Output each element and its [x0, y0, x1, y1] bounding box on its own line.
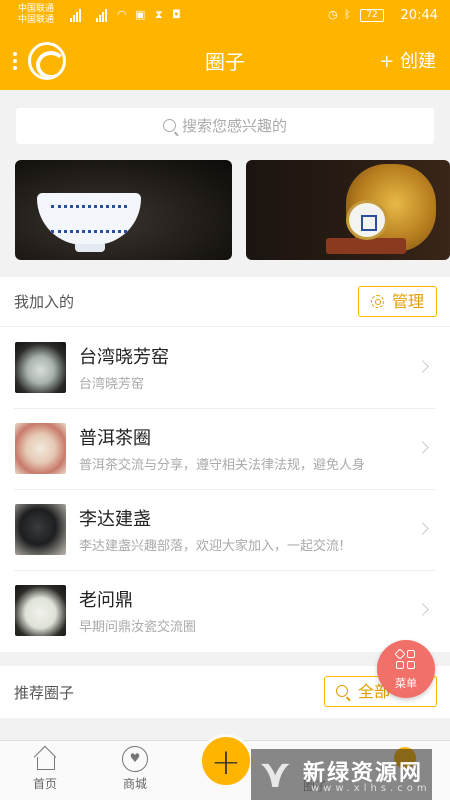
recommend-section-title: 推荐圈子 [14, 684, 75, 702]
notification-icon: ▣ [135, 8, 146, 21]
cup-base-image [346, 200, 388, 240]
search-area: 搜索您感兴趣的 [0, 90, 450, 160]
circle-description: 李达建盏兴趣部落，欢迎大家加入，一起交流! [79, 539, 345, 554]
circle-name: 李达建盏 [79, 509, 151, 530]
circle-description: 早期问鼎汝瓷交流圈 [79, 620, 197, 635]
tab-home[interactable]: 首页 [10, 747, 80, 792]
grid-icon [394, 648, 416, 670]
search-icon [336, 685, 348, 697]
publish-plus-button[interactable]: + [199, 734, 253, 788]
alarm-icon: ◷ [328, 8, 338, 21]
app-header: 圈子 + 创建 [0, 32, 450, 90]
circle-thumbnail [15, 342, 66, 393]
chevron-right-icon [416, 603, 429, 616]
home-icon [33, 747, 57, 771]
status-bar: 中国联通 中国联通 ◠ ▣ ⧗ ◘ ◷ ᛒ 72 20:44 [0, 0, 450, 32]
wifi-icon: ◠ [117, 8, 127, 21]
tab-shop-label: 商城 [122, 777, 147, 791]
search-input[interactable]: 搜索您感兴趣的 [16, 108, 434, 144]
circle-description: 普洱茶交流与分享，遵守相关法律法规，避免人身 [79, 458, 366, 473]
signal-1-icon [70, 8, 81, 22]
shield-icon: ◘ [172, 8, 181, 21]
watermark-url: www.xlhs.com [311, 783, 431, 794]
circle-name: 普洱茶圈 [79, 428, 151, 449]
manage-label: 管理 [392, 292, 425, 311]
chevron-right-icon [416, 360, 429, 373]
menu-label: 菜单 [395, 677, 417, 690]
banner-gold-cup[interactable] [246, 160, 450, 260]
chevron-right-icon [416, 441, 429, 454]
circle-thumbnail [15, 504, 66, 555]
circle-name: 台湾晓芳窑 [79, 347, 169, 368]
clock: 20:44 [400, 8, 438, 23]
list-item[interactable]: 台湾晓芳窑 台湾晓芳窑 [0, 327, 450, 408]
tab-home-label: 首页 [32, 777, 57, 791]
carrier-1: 中国联通 [18, 4, 55, 14]
watermark: ⋎ 新绿资源网 www.xlhs.com [251, 749, 432, 800]
circle-thumbnail [15, 585, 66, 636]
signal-2-icon [96, 8, 107, 22]
list-item[interactable]: 普洱茶圈 普洱茶交流与分享，遵守相关法律法规，避免人身 [0, 408, 450, 489]
heart-bag-icon: ♥ [122, 746, 148, 772]
tab-shop[interactable]: ♥ 商城 [100, 746, 170, 792]
battery-icon: 72 [360, 9, 384, 22]
chevron-right-icon [416, 522, 429, 535]
banner-porcelain-bowl[interactable] [15, 160, 232, 260]
create-button[interactable]: + 创建 [379, 47, 436, 73]
hourglass-icon: ⧗ [155, 8, 163, 21]
wood-stand-image [326, 238, 406, 254]
carrier-2: 中国联通 [18, 15, 55, 25]
blue-white-bowl-image [37, 193, 141, 252]
manage-button[interactable]: 管理 [358, 286, 437, 317]
gear-icon [371, 295, 384, 308]
list-item[interactable]: 老问鼎 早期问鼎汝瓷交流圈 [0, 570, 450, 651]
search-placeholder: 搜索您感兴趣的 [181, 117, 287, 135]
joined-section-title: 我加入的 [14, 293, 75, 311]
watermark-logo-icon: ⋎ [259, 751, 292, 797]
carrier-info: 中国联通 中国联通 [18, 4, 54, 26]
circle-thumbnail [15, 423, 66, 474]
joined-circle-list: 台湾晓芳窑 台湾晓芳窑 普洱茶圈 普洱茶交流与分享，遵守相关法律法规，避免人身 … [0, 327, 450, 652]
circle-description: 台湾晓芳窑 [79, 377, 145, 392]
circle-name: 老问鼎 [79, 590, 133, 611]
bluetooth-icon: ᛒ [344, 8, 351, 21]
search-icon [162, 119, 176, 132]
list-item[interactable]: 李达建盏 李达建盏兴趣部落，欢迎大家加入，一起交流! [0, 489, 450, 570]
floating-menu-button[interactable]: 菜单 [377, 640, 435, 698]
joined-section-header: 我加入的 管理 [0, 277, 450, 327]
